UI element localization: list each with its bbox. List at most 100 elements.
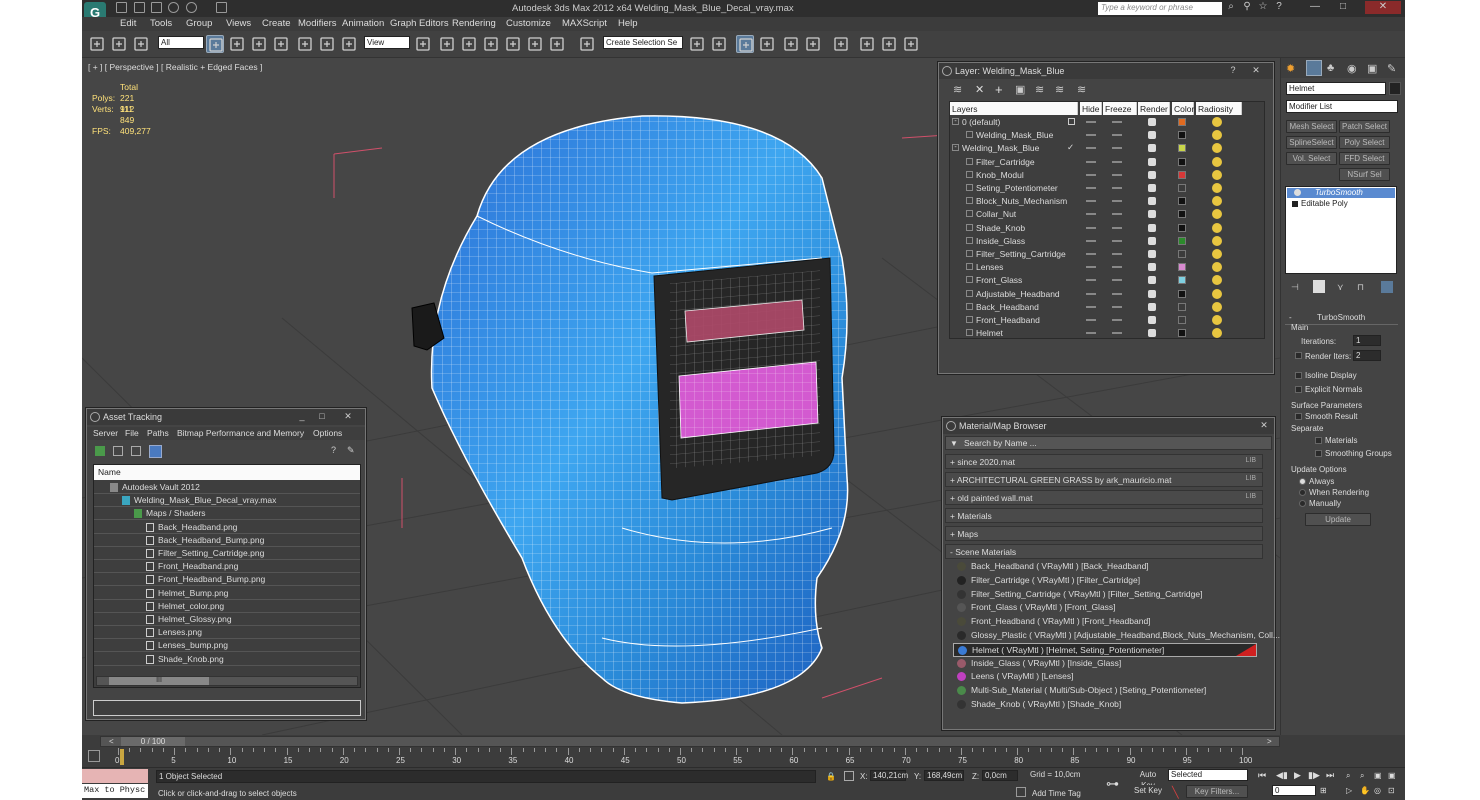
- asset-tree-item[interactable]: Helmet_Bump.png: [94, 587, 360, 600]
- configure-sets-icon[interactable]: [1381, 281, 1393, 293]
- layer-row[interactable]: Front_Glass: [950, 274, 1264, 287]
- radiosity-sun-icon[interactable]: [1212, 156, 1222, 167]
- utilities-tab-icon[interactable]: ✎: [1387, 62, 1396, 75]
- zoom-all-icon[interactable]: ⌕: [1360, 771, 1364, 781]
- current-frame-field[interactable]: 0: [1272, 785, 1316, 796]
- object-name-field[interactable]: Helmet: [1286, 82, 1386, 95]
- menu-graph-editors[interactable]: Graph Editors: [390, 18, 449, 29]
- layer-color-swatch[interactable]: [1178, 131, 1186, 140]
- freeze-toggle-icon[interactable]: [1112, 305, 1122, 308]
- layer-color-swatch[interactable]: [1178, 197, 1186, 206]
- asset-maximize-button[interactable]: □: [315, 411, 329, 423]
- asset-tree-item[interactable]: Front_Headband.png: [94, 560, 360, 574]
- render-teapot-icon[interactable]: [1148, 157, 1156, 166]
- layer-row[interactable]: Shade_Knob: [950, 222, 1264, 235]
- reference-coordinate-dropdown[interactable]: View: [364, 36, 410, 49]
- turbosmooth-rollout-title[interactable]: TurboSmooth: [1317, 313, 1365, 322]
- hide-toggle-icon[interactable]: [1086, 213, 1096, 216]
- key-selection-dropdown[interactable]: Selected: [1168, 769, 1248, 781]
- radiosity-sun-icon[interactable]: [1212, 196, 1222, 207]
- freeze-toggle-icon[interactable]: [1112, 134, 1122, 137]
- material-library-row[interactable]: + since 2020.mat LIB: [945, 454, 1263, 469]
- layer-object-icon[interactable]: [966, 184, 973, 191]
- snap-3d-icon[interactable]: [482, 35, 500, 53]
- hide-toggle-icon[interactable]: [1086, 187, 1096, 189]
- scene-material-row[interactable]: Glossy_Plastic ( VRayMtl ) [Adjustable_H…: [953, 629, 1280, 643]
- asset-minimize-button[interactable]: _: [295, 411, 309, 423]
- radiosity-sun-icon[interactable]: [1212, 130, 1222, 141]
- hide-all-icon[interactable]: ≋: [1055, 83, 1064, 96]
- hide-toggle-icon[interactable]: [1086, 200, 1096, 203]
- menu-customize[interactable]: Customize: [506, 18, 551, 29]
- schematic-view-icon[interactable]: [804, 35, 822, 53]
- asset-tree-item[interactable]: Helmet_Glossy.png: [94, 613, 360, 626]
- select-and-link-icon[interactable]: [88, 35, 106, 53]
- time-slider-right-arrow[interactable]: >: [1267, 737, 1272, 746]
- stack-item-editable-poly[interactable]: Editable Poly: [1287, 199, 1395, 209]
- help-icon[interactable]: ?: [1272, 1, 1286, 14]
- radiosity-sun-icon[interactable]: [1212, 209, 1222, 220]
- default-key-tangent-icon[interactable]: ╲: [1172, 786, 1179, 799]
- bind-space-warp-icon[interactable]: [132, 35, 150, 53]
- layer-header-radiosity[interactable]: Radiosity: [1196, 102, 1242, 115]
- z-coordinate-field[interactable]: 0,0cm: [982, 770, 1018, 781]
- freeze-toggle-icon[interactable]: [1112, 292, 1122, 295]
- absolute-mode-icon[interactable]: [844, 771, 854, 781]
- render-teapot-icon[interactable]: [1148, 144, 1156, 153]
- layer-color-swatch[interactable]: [1178, 329, 1186, 338]
- key-mode-icon[interactable]: ⊶: [1106, 776, 1119, 792]
- layer-row[interactable]: Seting_Potentiometer: [950, 182, 1264, 195]
- keyboard-shortcut-icon[interactable]: [460, 35, 478, 53]
- details-view-icon[interactable]: [131, 446, 141, 456]
- layer-row[interactable]: Welding_Mask_Blue: [950, 129, 1264, 142]
- asset-tree-item[interactable]: Autodesk Vault 2012: [94, 481, 360, 494]
- viewport-label[interactable]: [ + ] [ Perspective ] [ Realistic + Edge…: [88, 62, 262, 72]
- radiosity-sun-icon[interactable]: [1212, 328, 1222, 339]
- menu-modifiers[interactable]: Modifiers: [298, 18, 337, 29]
- material-group-row[interactable]: + Maps: [945, 526, 1263, 541]
- add-time-tag-button[interactable]: Add Time Tag: [1032, 789, 1081, 798]
- set-key-button[interactable]: Set Key: [1132, 785, 1164, 798]
- radiosity-sun-icon[interactable]: [1212, 169, 1222, 180]
- asset-tree-item[interactable]: Back_Headband.png: [94, 521, 360, 534]
- layer-header-render[interactable]: Render: [1138, 102, 1170, 115]
- modifier-button-vol-select[interactable]: Vol. Select: [1286, 152, 1337, 165]
- maximize-viewport-icon[interactable]: ⊡: [1388, 786, 1395, 795]
- track-bar-icon[interactable]: [88, 750, 100, 762]
- create-layer-icon[interactable]: ≋: [953, 83, 962, 96]
- layer-row[interactable]: Block_Nuts_Mechanism: [950, 195, 1264, 208]
- freeze-toggle-icon[interactable]: [1112, 147, 1122, 150]
- move-icon[interactable]: [296, 35, 314, 53]
- freeze-toggle-icon[interactable]: [1112, 253, 1122, 255]
- layer-object-icon[interactable]: [966, 170, 973, 178]
- material-search-menu-icon[interactable]: ▼: [950, 439, 958, 448]
- radiosity-sun-icon[interactable]: [1212, 301, 1222, 312]
- scene-material-row[interactable]: Front_Glass ( VRayMtl ) [Front_Glass]: [953, 601, 1257, 615]
- minimize-icon[interactable]: —: [1308, 1, 1322, 14]
- render-teapot-icon[interactable]: [1148, 263, 1156, 272]
- asset-menu-server[interactable]: Server: [93, 428, 118, 441]
- layer-object-icon[interactable]: [966, 302, 973, 310]
- binoculars-icon[interactable]: ⚲: [1240, 1, 1254, 14]
- select-by-name-icon[interactable]: [228, 35, 246, 53]
- scene-material-row[interactable]: Multi-Sub_Material ( Multi/Sub-Object ) …: [953, 684, 1257, 698]
- select-objects-icon[interactable]: ▣: [1015, 83, 1025, 96]
- update-when-rendering-radio[interactable]: [1299, 489, 1306, 496]
- layer-color-swatch[interactable]: [1178, 302, 1186, 311]
- update-manually-radio[interactable]: [1299, 500, 1306, 507]
- layer-row[interactable]: Helmet: [950, 327, 1264, 340]
- asset-tree-item[interactable]: Lenses.png: [94, 626, 360, 640]
- rollout-collapse-icon[interactable]: -: [1289, 313, 1292, 322]
- iterations-spinner[interactable]: 1: [1353, 335, 1381, 346]
- layer-object-icon[interactable]: [966, 276, 973, 284]
- layer-help-button[interactable]: ?: [1226, 65, 1240, 77]
- layer-expand-icon[interactable]: -: [952, 118, 959, 125]
- select-manipulate-icon[interactable]: [438, 35, 456, 53]
- menu-edit[interactable]: Edit: [120, 18, 136, 29]
- asset-menu-paths[interactable]: Paths: [147, 428, 169, 441]
- asset-scroll-thumb[interactable]: III: [109, 677, 209, 685]
- modifier-button-ffd-select[interactable]: FFD Select: [1339, 152, 1390, 165]
- freeze-toggle-icon[interactable]: [1112, 279, 1122, 282]
- maxscript-listener-pink[interactable]: [82, 769, 148, 783]
- render-teapot-icon[interactable]: [1148, 276, 1156, 285]
